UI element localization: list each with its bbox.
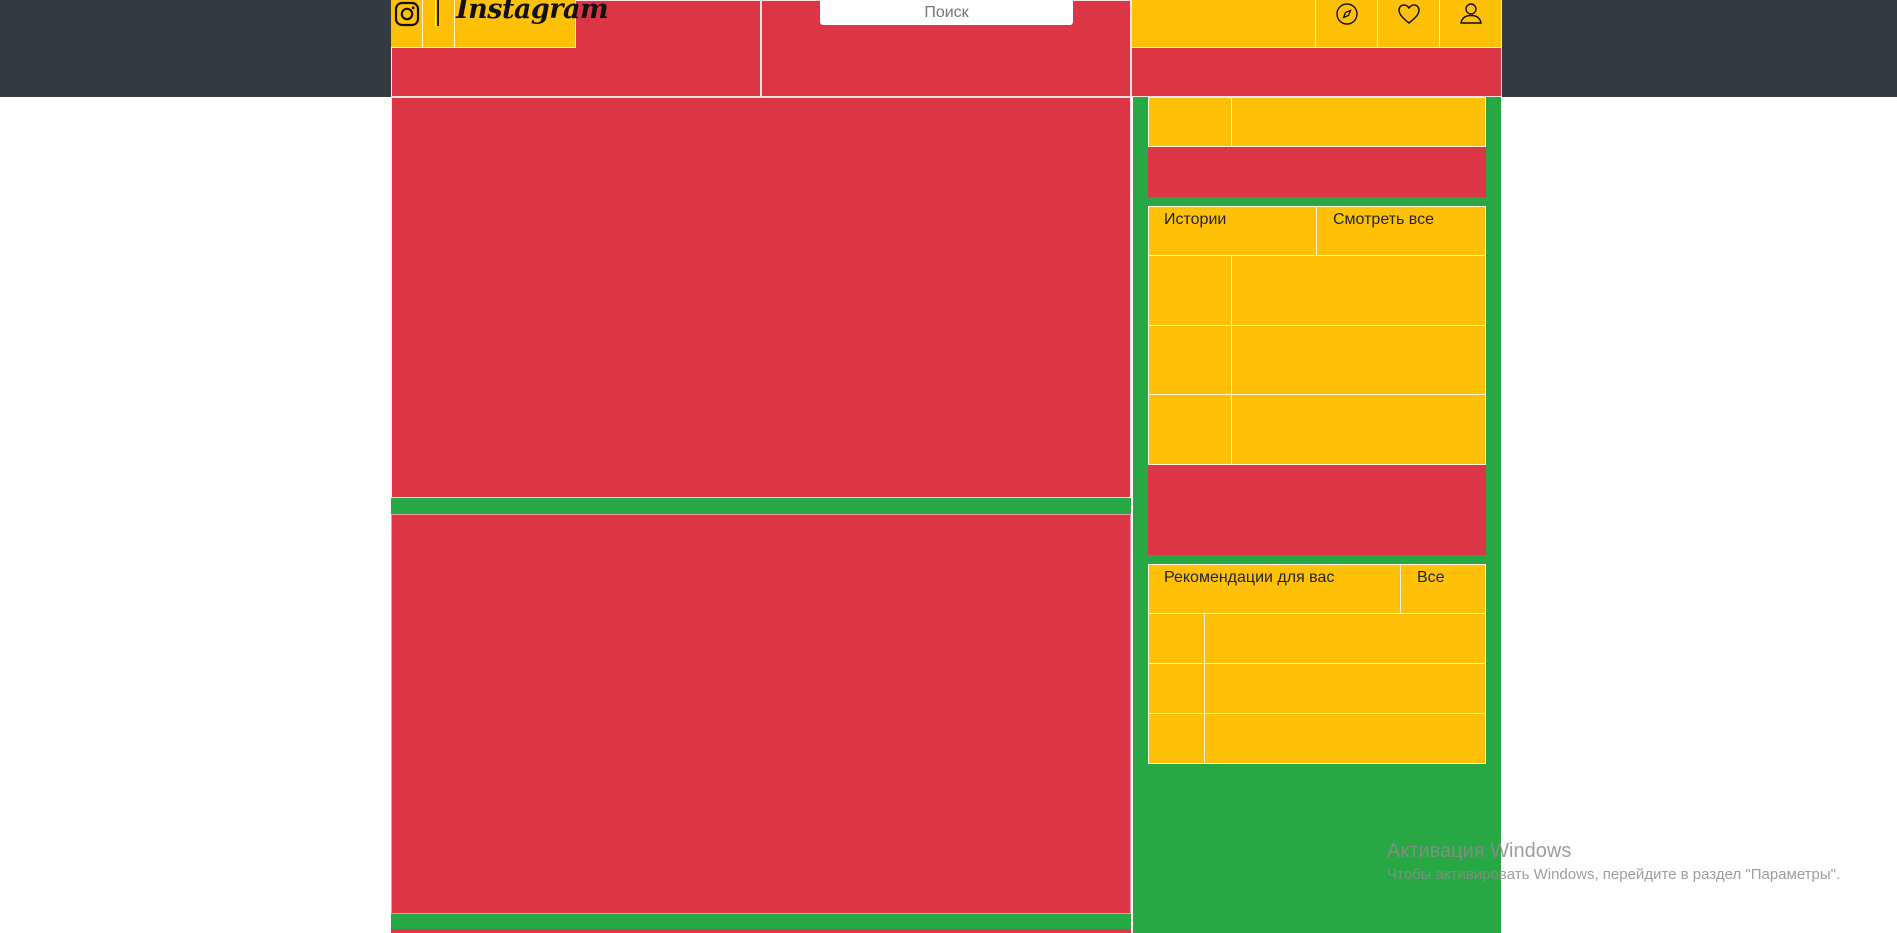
recommendation-item[interactable] bbox=[1204, 713, 1486, 764]
profile-block bbox=[1148, 147, 1486, 197]
compass-icon[interactable] bbox=[1316, 0, 1378, 48]
heart-icon[interactable] bbox=[1378, 0, 1440, 48]
story-item[interactable] bbox=[1231, 255, 1486, 326]
stories-footer bbox=[1148, 465, 1486, 555]
stories-title: Истории bbox=[1148, 206, 1317, 256]
windows-activation-title: Активация Windows bbox=[1387, 840, 1572, 862]
recommendation-avatar[interactable] bbox=[1148, 663, 1205, 714]
instagram-icon[interactable] bbox=[391, 0, 423, 48]
story-item[interactable] bbox=[1231, 394, 1486, 465]
story-item[interactable] bbox=[1231, 325, 1486, 395]
windows-activation-subtitle: Чтобы активировать Windows, перейдите в … bbox=[1387, 866, 1841, 883]
header-nav-spacer bbox=[1132, 0, 1316, 48]
recommendation-avatar[interactable] bbox=[1148, 613, 1205, 664]
recommendation-item[interactable] bbox=[1204, 613, 1486, 664]
recommendation-avatar[interactable] bbox=[1148, 713, 1205, 764]
story-avatar[interactable] bbox=[1148, 325, 1232, 395]
search-input[interactable] bbox=[820, 0, 1073, 25]
profile-avatar[interactable] bbox=[1148, 97, 1232, 147]
story-avatar[interactable] bbox=[1148, 394, 1232, 465]
logo-divider bbox=[423, 0, 455, 48]
profile-info[interactable] bbox=[1231, 97, 1486, 147]
recommendations-title: Рекомендации для вас bbox=[1148, 564, 1401, 614]
feed-post-3[interactable] bbox=[391, 929, 1131, 933]
user-icon[interactable] bbox=[1440, 0, 1501, 48]
recommendation-item[interactable] bbox=[1204, 663, 1486, 714]
feed-post-2[interactable] bbox=[391, 514, 1131, 914]
instagram-wordmark[interactable]: Instagram bbox=[456, 0, 609, 34]
stories-see-all-link[interactable]: Смотреть все bbox=[1316, 206, 1486, 256]
story-avatar[interactable] bbox=[1148, 255, 1232, 326]
feed-post-1[interactable] bbox=[391, 97, 1131, 498]
recommendations-see-all-link[interactable]: Все bbox=[1400, 564, 1486, 614]
